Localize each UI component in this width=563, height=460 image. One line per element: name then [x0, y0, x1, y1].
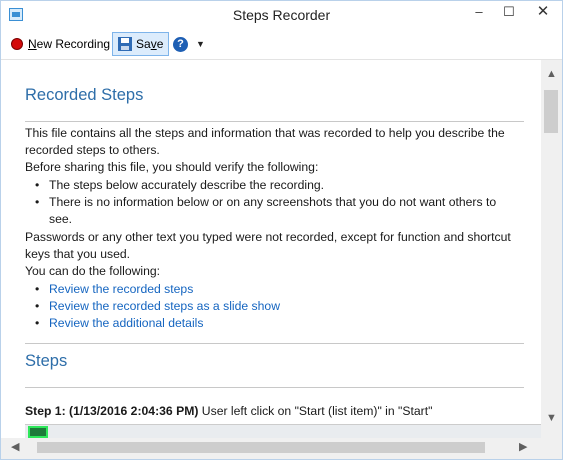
steps-recorder-window: Steps Recorder – ☐ ✕ New Recording Sa v e … — [0, 0, 563, 460]
verify-intro-text: Before sharing this file, you should ver… — [25, 160, 319, 174]
horizontal-scrollbar[interactable]: ◀ ▶ — [1, 438, 541, 457]
save-label-end: e — [156, 37, 164, 51]
recorded-steps-heading: Recorded Steps — [25, 86, 144, 104]
minimize-button[interactable]: – — [465, 1, 493, 25]
horizontal-scroll-thumb[interactable] — [37, 442, 485, 453]
passwords-note: Passwords or any other text you typed we… — [25, 230, 511, 261]
scroll-left-arrow-icon[interactable]: ◀ — [11, 440, 19, 453]
divider — [25, 387, 524, 388]
save-button[interactable]: Sa v e — [112, 32, 170, 56]
save-disk-icon — [118, 37, 132, 51]
scroll-down-arrow-icon[interactable]: ▼ — [541, 412, 562, 424]
recorded-steps-document[interactable]: Recorded Steps This file contains all th… — [1, 60, 541, 438]
scroll-right-arrow-icon[interactable]: ▶ — [519, 440, 527, 453]
steps-heading: Steps — [25, 352, 68, 370]
scrollbar-corner — [541, 438, 562, 457]
step-1-screenshot[interactable] — [25, 424, 541, 438]
link-review-slide-show[interactable]: Review the recorded steps as a slide sho… — [35, 298, 519, 315]
highlighted-start-tile — [28, 426, 48, 438]
step-1-label: Step 1: (1/13/2016 2:04:36 PM) — [25, 404, 199, 418]
can-do-intro: You can do the following: — [25, 264, 161, 278]
toolbar: New Recording Sa v e ? ▼ — [1, 29, 562, 60]
divider — [25, 343, 524, 344]
divider — [25, 121, 524, 122]
link-review-additional-details[interactable]: Review the additional details — [35, 315, 519, 332]
link-review-recorded-steps[interactable]: Review the recorded steps — [35, 281, 519, 298]
step-1-description: Step 1: (1/13/2016 2:04:36 PM) User left… — [25, 403, 535, 420]
new-recording-access-key: N — [28, 37, 37, 51]
chevron-down-icon[interactable]: ▼ — [196, 39, 205, 49]
help-button[interactable]: ? ▼ — [169, 32, 209, 56]
vertical-scrollbar[interactable]: ▲ ▼ — [541, 60, 562, 438]
intro-text: This file contains all the steps and inf… — [25, 126, 505, 157]
help-icon: ? — [173, 36, 188, 52]
maximize-button[interactable]: ☐ — [495, 1, 523, 25]
title-bar[interactable]: Steps Recorder – ☐ ✕ — [1, 1, 562, 29]
vertical-scroll-thumb[interactable] — [544, 90, 558, 133]
save-label-start: Sa — [136, 37, 151, 51]
step-1-text: User left click on "Start (list item)" i… — [198, 404, 433, 418]
scroll-up-arrow-icon[interactable]: ▲ — [541, 68, 562, 80]
new-recording-button[interactable]: New Recording — [7, 32, 114, 56]
verify-bullet: There is no information below or on any … — [35, 194, 519, 228]
record-icon — [11, 38, 23, 50]
new-recording-label: ew Recording — [36, 37, 111, 51]
close-button[interactable]: ✕ — [525, 1, 561, 25]
verify-bullet: The steps below accurately describe the … — [35, 177, 519, 194]
